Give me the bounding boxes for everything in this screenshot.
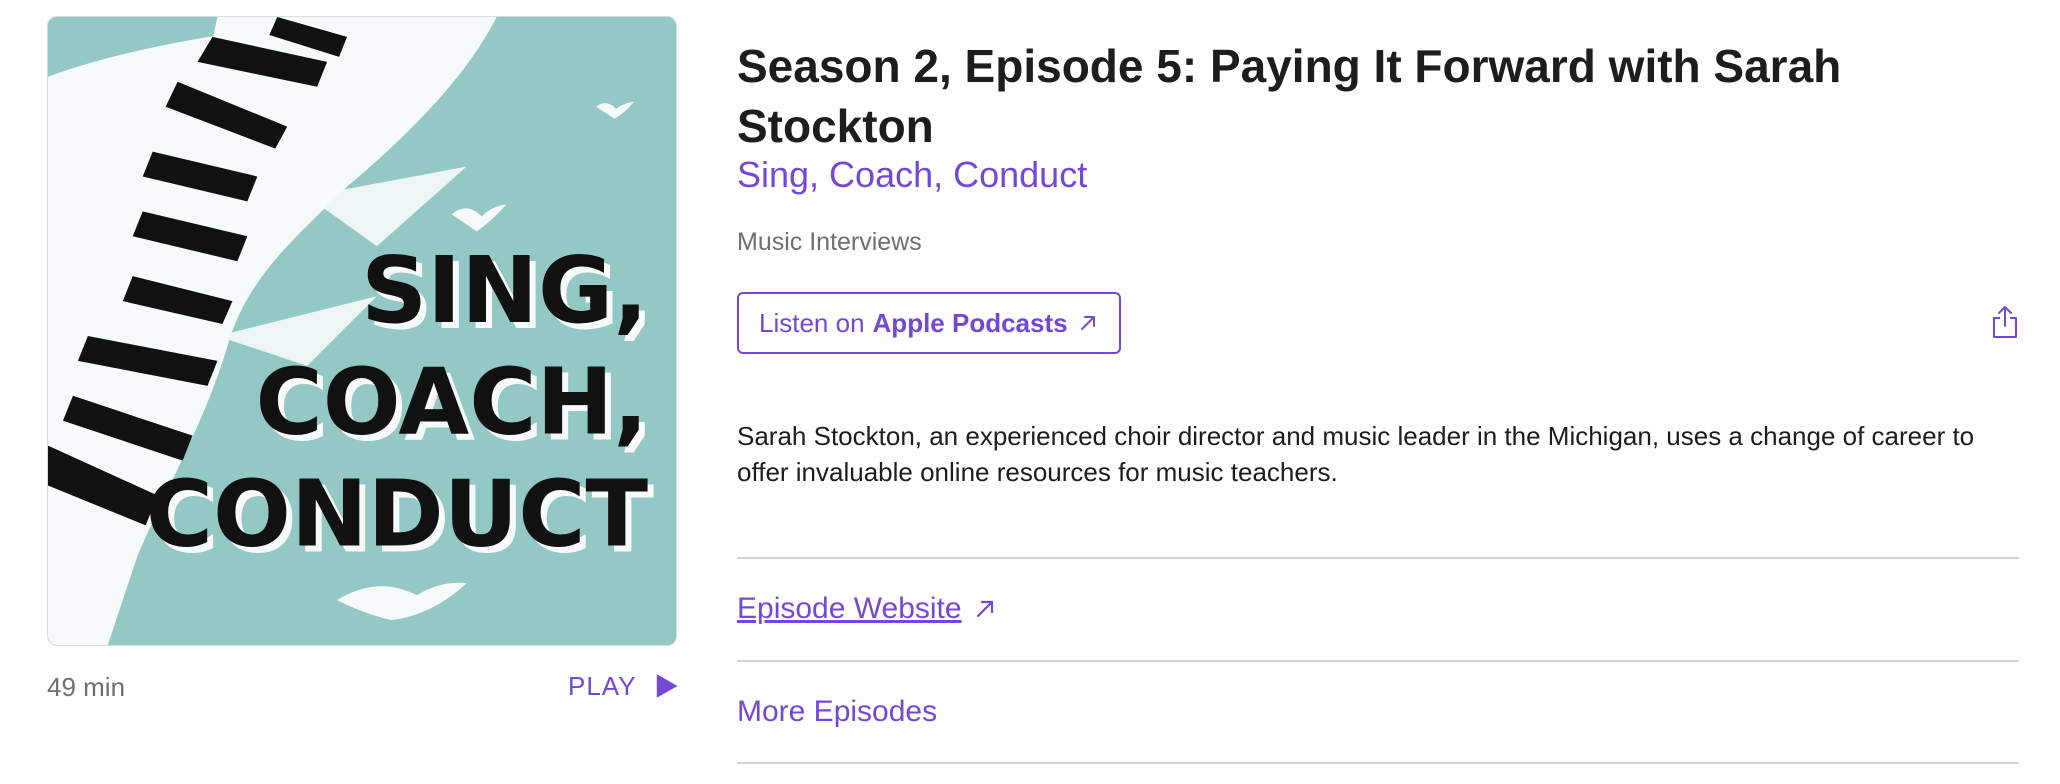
play-label: PLAY [568,670,637,701]
more-episodes-link[interactable]: More Episodes [737,695,937,729]
episode-duration: 49 min [47,672,126,702]
listen-on-apple-podcasts-button[interactable]: Listen on Apple Podcasts [737,292,1121,354]
arrow-up-right-icon [976,600,993,618]
show-link[interactable]: Sing, Coach, Conduct [737,154,1087,196]
episode-description: Sarah Stockton, an experienced choir dir… [737,421,1975,487]
artwork-line-1-shadow: SING, [361,237,648,344]
divider [737,557,2019,559]
divider [737,762,2019,764]
arrow-up-right-icon [1080,316,1095,330]
more-episodes-label: More Episodes [737,695,938,728]
podcast-artwork: SING, SING, COACH, COACH, CONDUCT CONDUC… [47,16,677,646]
play-icon [656,674,678,698]
play-button[interactable]: PLAY [568,666,678,706]
artwork-line-3-shadow: CONDUCT [146,460,649,567]
listen-brand: Apple Podcasts [872,307,1068,338]
episode-website-label: Episode Website [737,592,962,625]
divider [737,660,2019,662]
share-icon[interactable] [1990,304,2020,340]
artwork-line-2-shadow: COACH, [255,349,648,456]
listen-prefix: Listen on [759,307,865,338]
episode-category: Music Interviews [737,228,922,256]
episode-website-link[interactable]: Episode Website [737,592,996,626]
episode-title: Season 2, Episode 5: Paying It Forward w… [737,40,1842,152]
